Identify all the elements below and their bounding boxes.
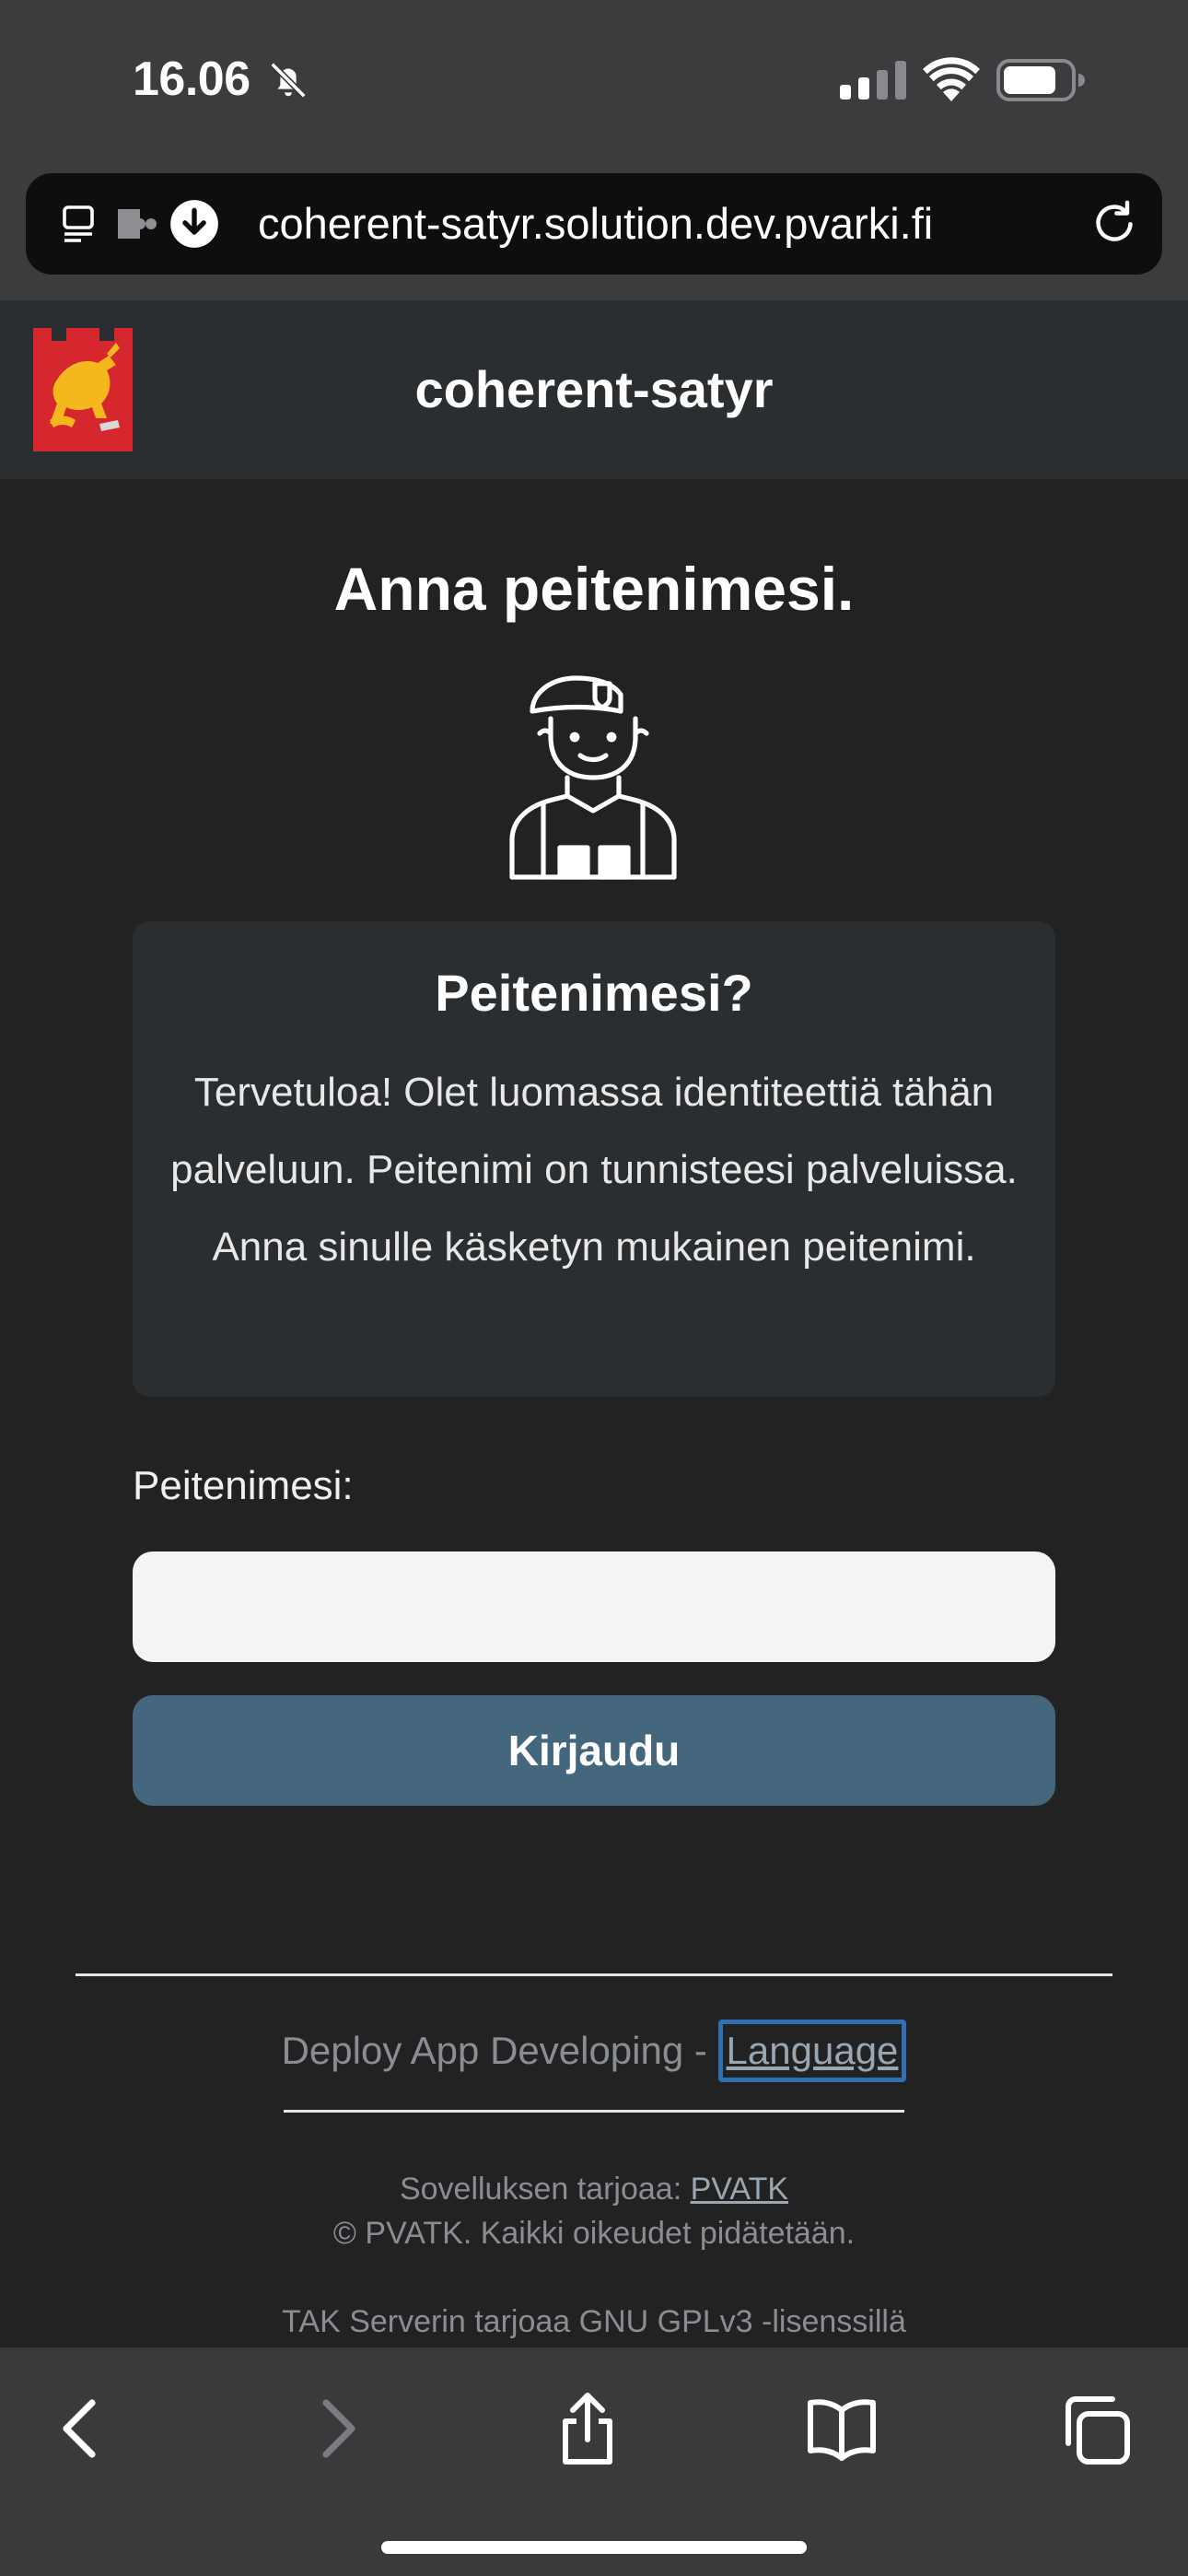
address-bar[interactable]: coherent-satyr.solution.dev.pvarki.fi [26,173,1162,275]
deploy-text: Deploy App Developing - [281,2029,718,2072]
signal-icon [840,61,906,100]
wifi-icon [923,57,980,101]
url-text[interactable]: coherent-satyr.solution.dev.pvarki.fi [258,195,1059,252]
forward-icon[interactable] [300,2392,374,2465]
provider-line: Sovelluksen tarjoaa: PVATK [0,2167,1188,2211]
language-link[interactable]: Language [717,2020,907,2082]
extension-icon[interactable] [114,205,162,243]
tabs-icon[interactable] [1057,2392,1131,2465]
bookmarks-icon[interactable] [805,2392,879,2465]
browser-chrome: 16.06 coherent-satyr.solution.dev.pvarki… [0,0,1188,300]
tak-license-text: TAK Serverin tarjoaa GNU GPLv3 -lisenssi… [282,2304,906,2339]
login-button[interactable]: Kirjaudu [133,1695,1055,1806]
page-heading: Anna peitenimesi. [333,555,855,623]
status-time: 16.06 [133,53,250,106]
app-header: coherent-satyr [0,300,1188,479]
back-icon[interactable] [44,2392,118,2465]
browser-toolbar [0,2348,1188,2576]
codename-label: Peitenimesi: [133,1463,354,1508]
info-card: Peitenimesi? Tervetuloa! Olet luomassa i… [133,921,1055,1397]
battery-icon [996,59,1085,101]
provider-link[interactable]: PVATK [691,2172,788,2207]
copyright-text: © PVATK. Kaikki oikeudet pidätetään. [332,2216,856,2251]
codename-input[interactable] [133,1551,1055,1662]
footer-divider-short [284,2110,904,2113]
share-icon[interactable] [551,2392,624,2465]
soldier-avatar-icon [509,675,677,880]
bell-off-icon [270,62,307,99]
reader-icon[interactable] [59,201,103,247]
download-icon[interactable] [169,199,219,249]
info-card-title: Peitenimesi? [435,964,753,1022]
reload-icon[interactable] [1089,197,1140,249]
info-card-text: Tervetuloa! Olet luomassa identiteettiä … [170,1070,1018,1270]
home-indicator [381,2541,807,2554]
footer-deploy-line: Deploy App Developing - Language [0,2020,1188,2082]
provider-prefix: Sovelluksen tarjoaa: [399,2172,691,2207]
app-title: coherent-satyr [414,360,774,418]
footer-divider [76,1973,1112,1976]
